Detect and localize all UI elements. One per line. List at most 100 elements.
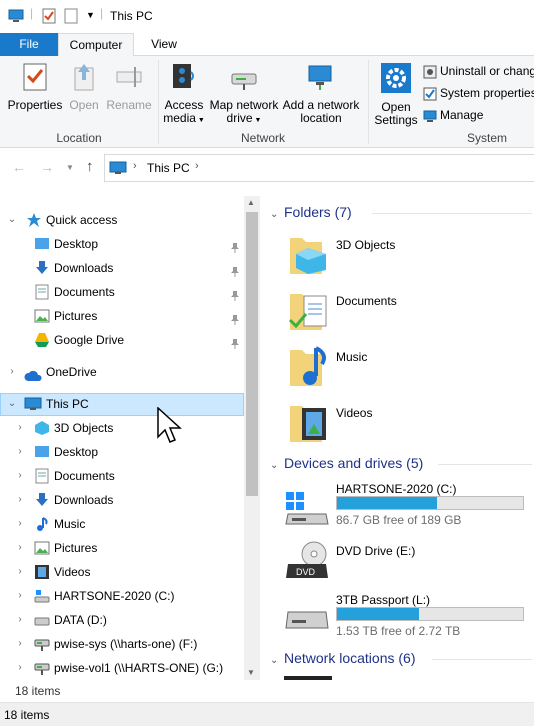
google-drive-icon bbox=[34, 332, 50, 356]
access-media-button[interactable]: Access media ▼ bbox=[162, 62, 206, 127]
section-divider bbox=[432, 659, 532, 660]
collapsed-chevron-icon[interactable]: › bbox=[14, 560, 26, 584]
collapsed-chevron-icon[interactable]: › bbox=[14, 440, 26, 464]
tab-view[interactable]: View bbox=[137, 33, 191, 56]
breadcrumb-separator-icon[interactable]: › bbox=[195, 160, 199, 172]
folder-videos[interactable]: Videos bbox=[284, 398, 534, 450]
folder-music[interactable]: Music bbox=[284, 342, 534, 394]
map-network-drive-button[interactable]: Map network drive ▼ bbox=[208, 62, 280, 127]
nav-onedrive[interactable]: › OneDrive bbox=[0, 360, 244, 384]
add-network-location-button[interactable]: Add a network location bbox=[282, 62, 360, 125]
drive-c-usage-bar bbox=[336, 496, 524, 510]
nav-item-downloads[interactable]: › Downloads bbox=[0, 488, 244, 512]
drive-e-name[interactable]: DVD Drive (E:) bbox=[336, 544, 415, 558]
rename-button[interactable]: Rename bbox=[104, 62, 154, 112]
pc-icon[interactable] bbox=[8, 8, 24, 27]
collapsed-chevron-icon[interactable]: › bbox=[14, 632, 26, 656]
expanded-chevron-icon[interactable]: ⌄ bbox=[6, 208, 18, 232]
nav-item-pictures[interactable]: › Pictures bbox=[0, 536, 244, 560]
drive-c-name[interactable]: HARTSONE-2020 (C:) bbox=[336, 482, 456, 496]
nav-label: Desktop bbox=[54, 445, 99, 459]
folder-label: Videos bbox=[336, 406, 373, 420]
expanded-chevron-icon[interactable]: ⌄ bbox=[270, 655, 284, 666]
nav-item-downloads[interactable]: Downloads bbox=[0, 256, 244, 280]
properties-label: Properties bbox=[7, 98, 63, 112]
forward-arrow-icon[interactable]: → bbox=[40, 159, 54, 175]
drive-c-item[interactable] bbox=[284, 488, 330, 531]
nav-label: This PC bbox=[46, 397, 89, 411]
back-arrow-icon[interactable]: ← bbox=[12, 159, 26, 175]
expanded-chevron-icon[interactable]: ⌄ bbox=[270, 460, 284, 471]
nav-quick-access[interactable]: ⌄ Quick access bbox=[0, 208, 244, 232]
manage-button[interactable]: Manage bbox=[423, 108, 483, 123]
open-button[interactable]: Open bbox=[66, 62, 102, 112]
nav-item-music[interactable]: › Music bbox=[0, 512, 244, 536]
tab-computer[interactable]: Computer bbox=[58, 33, 134, 57]
drive-l-name[interactable]: 3TB Passport (L:) bbox=[336, 593, 430, 607]
drive-e-item[interactable]: DVD bbox=[284, 540, 330, 585]
properties-qa-icon[interactable] bbox=[42, 8, 56, 27]
section-title: Devices and drives (5) bbox=[284, 455, 424, 471]
nav-item-drive-c[interactable]: › HARTSONE-2020 (C:) bbox=[0, 584, 244, 608]
collapsed-chevron-icon[interactable]: › bbox=[14, 656, 26, 680]
nav-item-google-drive[interactable]: Google Drive bbox=[0, 328, 244, 352]
customize-qa-chevron-icon[interactable]: ▼ bbox=[86, 10, 95, 20]
nav-item-documents[interactable]: › Documents bbox=[0, 464, 244, 488]
system-properties-button[interactable]: System properties bbox=[423, 86, 534, 101]
videos-folder-icon bbox=[288, 398, 332, 447]
breadcrumb-this-pc[interactable]: This PC bbox=[147, 161, 190, 175]
nav-item-desktop[interactable]: › Desktop bbox=[0, 440, 244, 464]
nav-label: Music bbox=[54, 517, 86, 531]
nav-label: Downloads bbox=[54, 493, 114, 507]
address-field[interactable]: › This PC › bbox=[104, 154, 534, 182]
add-location-label-2: location bbox=[300, 111, 342, 125]
nav-label: pwise-vol1 (\\HARTS-ONE) (G:) bbox=[54, 661, 224, 675]
nav-item-drive-d[interactable]: › DATA (D:) bbox=[0, 608, 244, 632]
network-location-icon-partial bbox=[284, 676, 332, 680]
map-drive-label-1: Map network bbox=[209, 98, 279, 112]
expanded-chevron-icon[interactable]: ⌄ bbox=[6, 392, 18, 416]
nav-label: Downloads bbox=[54, 261, 114, 275]
new-folder-qa-icon[interactable] bbox=[64, 8, 78, 27]
drive-l-free-space: 1.53 TB free of 2.72 TB bbox=[336, 624, 461, 638]
collapsed-chevron-icon[interactable]: › bbox=[14, 488, 26, 512]
nav-item-desktop[interactable]: Desktop bbox=[0, 232, 244, 256]
up-arrow-icon[interactable]: ↑ bbox=[86, 158, 94, 175]
nav-item-documents[interactable]: Documents bbox=[0, 280, 244, 304]
nav-item-3d-objects[interactable]: › 3D Objects bbox=[0, 416, 244, 440]
nav-label: pwise-sys (\\harts-one) (F:) bbox=[54, 637, 198, 651]
section-divider bbox=[438, 464, 532, 465]
nav-scrollbar-thumb[interactable] bbox=[246, 212, 258, 496]
open-settings-button[interactable]: Open Settings bbox=[372, 62, 420, 127]
tab-file[interactable]: File bbox=[0, 33, 58, 56]
collapsed-chevron-icon[interactable]: › bbox=[6, 360, 18, 384]
pin-icon[interactable] bbox=[230, 334, 240, 358]
uninstall-button[interactable]: Uninstall or change bbox=[423, 64, 534, 79]
nav-item-pictures[interactable]: Pictures bbox=[0, 304, 244, 328]
recent-locations-chevron-icon[interactable]: ▼ bbox=[66, 163, 74, 172]
access-media-dropdown-icon: ▼ bbox=[195, 117, 205, 124]
properties-button[interactable]: Properties bbox=[6, 62, 64, 112]
nav-item-drive-g[interactable]: › pwise-vol1 (\\HARTS-ONE) (G:) bbox=[0, 656, 244, 680]
scroll-down-icon[interactable]: ▼ bbox=[247, 668, 255, 677]
nav-item-videos[interactable]: › Videos bbox=[0, 560, 244, 584]
folder-3d-objects[interactable]: 3D Objects bbox=[284, 230, 534, 282]
collapsed-chevron-icon[interactable]: › bbox=[14, 416, 26, 440]
collapsed-chevron-icon[interactable]: › bbox=[14, 512, 26, 536]
status-item-count: 18 items bbox=[4, 708, 50, 722]
folder-documents[interactable]: Documents bbox=[284, 286, 534, 338]
nav-item-drive-f[interactable]: › pwise-sys (\\harts-one) (F:) bbox=[0, 632, 244, 656]
folders-section-header[interactable]: ⌄ Folders (7) bbox=[270, 204, 352, 220]
nav-label: Videos bbox=[54, 565, 91, 579]
network-section-header[interactable]: ⌄ Network locations (6) bbox=[270, 650, 416, 666]
collapsed-chevron-icon[interactable]: › bbox=[14, 464, 26, 488]
collapsed-chevron-icon[interactable]: › bbox=[14, 584, 26, 608]
collapsed-chevron-icon[interactable]: › bbox=[14, 608, 26, 632]
expanded-chevron-icon[interactable]: ⌄ bbox=[270, 209, 284, 220]
scroll-up-icon[interactable]: ▲ bbox=[247, 198, 255, 207]
collapsed-chevron-icon[interactable]: › bbox=[14, 536, 26, 560]
devices-section-header[interactable]: ⌄ Devices and drives (5) bbox=[270, 455, 423, 471]
nav-this-pc[interactable]: ⌄ This PC bbox=[0, 392, 244, 416]
breadcrumb-separator-icon[interactable]: › bbox=[133, 160, 137, 172]
drive-l-item[interactable] bbox=[284, 598, 330, 641]
